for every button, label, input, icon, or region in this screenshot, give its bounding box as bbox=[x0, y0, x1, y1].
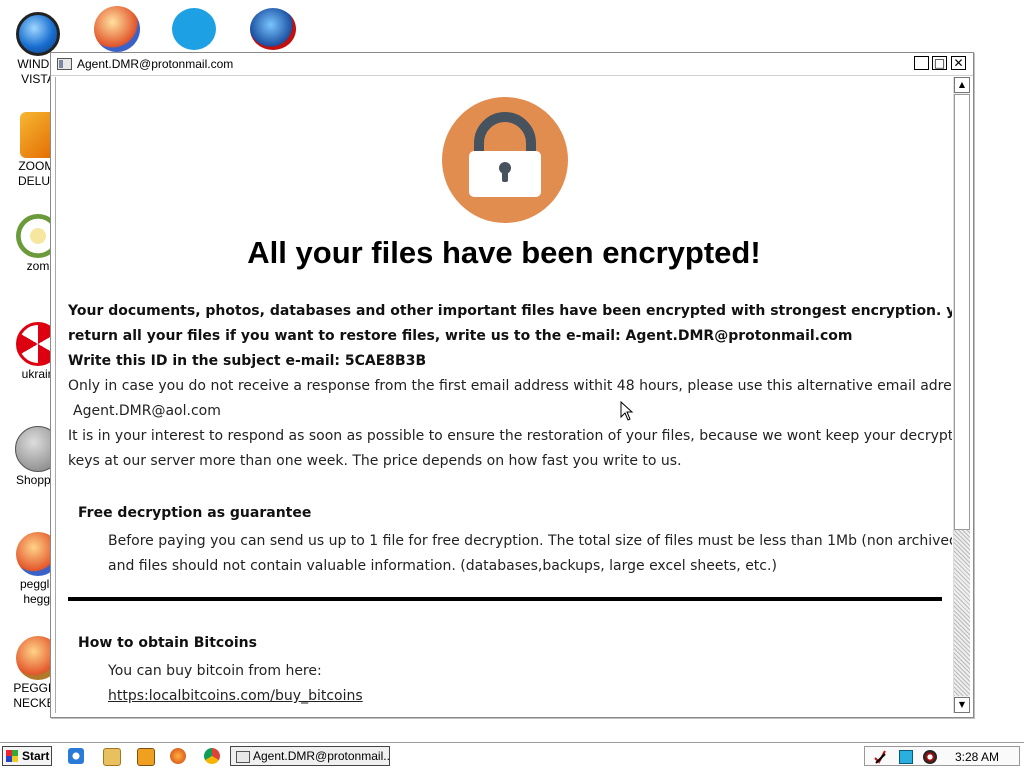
close-button[interactable]: ✕ bbox=[951, 56, 966, 70]
clock[interactable]: 3:28 AM bbox=[955, 750, 999, 764]
encryption-notice-line1: Your documents, photos, databases and ot… bbox=[68, 303, 952, 319]
encryption-notice-line2: return all your files if you want to res… bbox=[68, 328, 853, 344]
monitor-icon[interactable] bbox=[899, 750, 913, 764]
windows-orb-icon bbox=[16, 12, 60, 56]
desktop-icon-globe[interactable] bbox=[250, 8, 296, 50]
taskbar-window-label: Agent.DMR@protonmail.... bbox=[253, 749, 390, 763]
taskbar-window-button[interactable]: Agent.DMR@protonmail.... bbox=[230, 746, 390, 766]
speaker-icon[interactable] bbox=[923, 750, 937, 764]
minimize-button[interactable]: _ bbox=[914, 56, 929, 70]
ie-icon[interactable] bbox=[68, 748, 84, 764]
section-divider bbox=[68, 597, 942, 601]
taskbar: Start Agent.DMR@protonmail.... 3:28 AM bbox=[0, 742, 1024, 769]
free-decryption-line1: Before paying you can send us up to 1 fi… bbox=[108, 533, 952, 549]
bitcoin-link-row: https:localbitcoins.com/buy_bitcoins bbox=[108, 688, 363, 704]
scroll-up-button[interactable]: ▲ bbox=[954, 77, 970, 93]
window-titlebar[interactable]: Agent.DMR@protonmail.com _ □ ✕ bbox=[51, 53, 973, 76]
media-player-icon[interactable] bbox=[137, 748, 155, 766]
mouse-cursor-icon bbox=[620, 401, 634, 421]
window-title: Agent.DMR@protonmail.com bbox=[77, 57, 234, 71]
ransom-window: Agent.DMR@protonmail.com _ □ ✕ All your … bbox=[50, 52, 974, 718]
window-app-icon bbox=[57, 58, 72, 70]
padlock-icon bbox=[442, 97, 568, 223]
chrome-icon[interactable] bbox=[204, 748, 220, 764]
desktop-icon-skype[interactable] bbox=[172, 8, 216, 50]
victim-id-line: Write this ID in the subject e-mail: 5CA… bbox=[68, 353, 427, 369]
interest-notice-line2: keys at our server more than one week. T… bbox=[68, 453, 682, 469]
page-title: All your files have been encrypted! bbox=[247, 235, 761, 270]
window-content: All your files have been encrypted! Your… bbox=[55, 77, 952, 713]
bitcoin-link[interactable]: https:localbitcoins.com/buy_bitcoins bbox=[108, 688, 363, 704]
firefox-icon[interactable] bbox=[170, 748, 186, 764]
alternative-email-notice: Only in case you do not receive a respon… bbox=[68, 378, 952, 394]
scroll-down-button[interactable]: ▼ bbox=[954, 697, 970, 713]
start-label: Start bbox=[22, 749, 50, 763]
free-decryption-heading: Free decryption as guarantee bbox=[78, 505, 312, 521]
folder-icon[interactable] bbox=[103, 748, 121, 766]
interest-notice-line1: It is in your interest to respond as soo… bbox=[68, 428, 952, 444]
maximize-button[interactable]: □ bbox=[932, 56, 947, 70]
alternative-email: Agent.DMR@aol.com bbox=[73, 403, 221, 419]
system-tray: 3:28 AM bbox=[864, 746, 1020, 766]
bitcoin-heading: How to obtain Bitcoins bbox=[78, 635, 257, 651]
antivirus-icon[interactable] bbox=[873, 750, 887, 764]
desktop-icon-peggle-top[interactable] bbox=[94, 6, 140, 52]
bitcoin-instructions: You can buy bitcoin from here: bbox=[108, 663, 322, 679]
scroll-track[interactable] bbox=[954, 530, 970, 696]
start-button[interactable]: Start bbox=[2, 746, 52, 766]
scroll-thumb[interactable] bbox=[954, 94, 970, 530]
vertical-scrollbar[interactable]: ▲ ▼ bbox=[953, 77, 970, 713]
window-app-icon bbox=[236, 751, 250, 763]
windows-flag-icon bbox=[6, 750, 18, 762]
free-decryption-line2: and files should not contain valuable in… bbox=[108, 558, 777, 574]
